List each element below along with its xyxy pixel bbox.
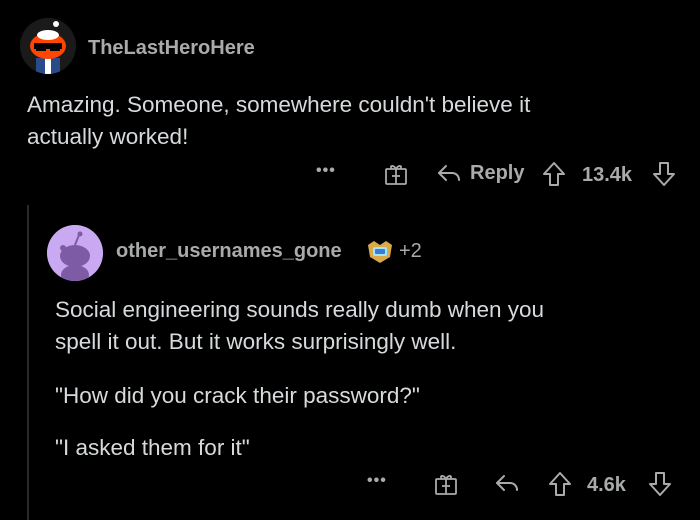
award-count: +2 — [399, 240, 422, 262]
comment-line: "I asked them for it" — [55, 435, 250, 460]
comment-body: Amazing. Someone, somewhere couldn't bel… — [27, 89, 677, 153]
snoo-avatar-icon — [20, 18, 76, 74]
comment-line: Social engineering sounds really dumb wh… — [55, 297, 545, 322]
username[interactable]: other_usernames_gone — [116, 240, 342, 263]
paragraph: "How did you crack their password?" — [55, 380, 685, 412]
downvote-icon[interactable] — [652, 161, 676, 187]
gift-icon[interactable] — [384, 162, 408, 186]
gift-icon[interactable] — [434, 472, 458, 496]
downvote-icon[interactable] — [648, 471, 672, 497]
more-icon[interactable]: ••• — [367, 472, 387, 490]
comment-line: actually worked! — [27, 124, 189, 149]
username[interactable]: TheLastHeroHere — [88, 37, 255, 60]
comment-line: spell it out. But it works surprisingly … — [55, 329, 457, 354]
upvote-icon[interactable] — [542, 161, 566, 187]
reply-arrow-icon — [496, 475, 518, 491]
comment-line: "How did you crack their password?" — [55, 383, 420, 408]
reply-label: Reply — [470, 161, 525, 184]
user-avatar[interactable] — [47, 225, 103, 281]
vote-score: 4.6k — [587, 474, 626, 496]
more-icon[interactable]: ••• — [316, 162, 336, 180]
vote-score: 13.4k — [582, 164, 633, 186]
reply-button[interactable] — [494, 471, 520, 495]
comment-line: Amazing. Someone, somewhere couldn't bel… — [27, 92, 531, 117]
paragraph: "I asked them for it" — [55, 432, 685, 464]
comment-actions: ••• Reply 13.4k — [0, 158, 700, 192]
reply-button[interactable]: Reply — [436, 161, 524, 185]
upvote-icon[interactable] — [548, 471, 572, 497]
comment-actions: ••• 4.6k — [0, 468, 700, 502]
user-avatar[interactable] — [20, 18, 76, 74]
paragraph: Social engineering sounds really dumb wh… — [55, 294, 685, 358]
award-icon[interactable] — [366, 239, 394, 265]
comment-body: Social engineering sounds really dumb wh… — [55, 294, 685, 464]
reply-arrow-icon — [438, 165, 460, 181]
snoo-avatar-icon — [47, 225, 103, 281]
